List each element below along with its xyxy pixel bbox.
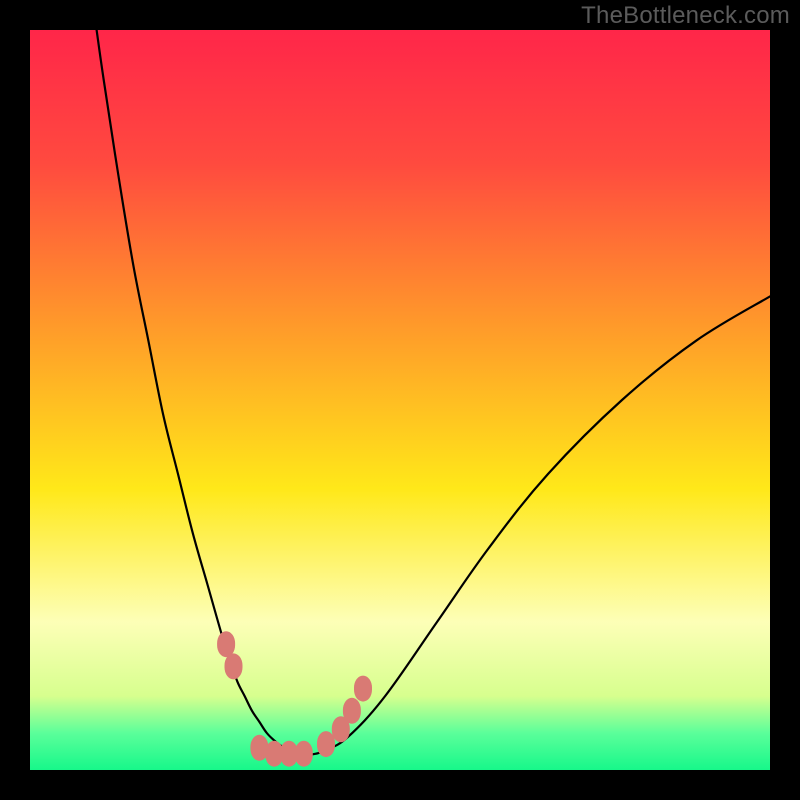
marker-dot (295, 741, 313, 767)
marker-dot (343, 698, 361, 724)
gradient-background (30, 30, 770, 770)
bottleneck-chart (30, 30, 770, 770)
watermark-text: TheBottleneck.com (581, 2, 790, 30)
marker-dot (217, 631, 235, 657)
chart-frame: TheBottleneck.com (0, 0, 800, 800)
marker-dot (225, 653, 243, 679)
plot-area (30, 30, 770, 770)
marker-dot (317, 731, 335, 757)
marker-dot (354, 676, 372, 702)
